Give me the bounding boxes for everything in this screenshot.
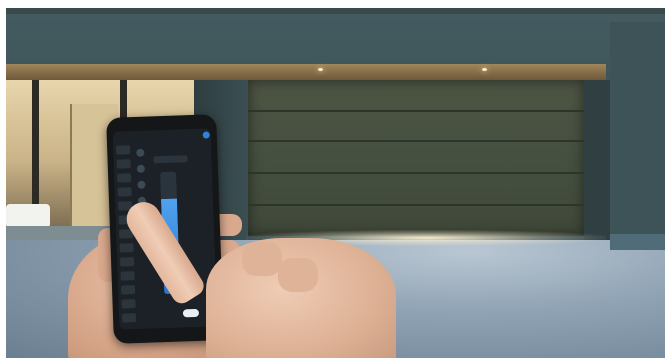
sidebar-tile[interactable]	[120, 271, 135, 281]
roof-soffit	[6, 64, 606, 80]
photo-scene	[6, 8, 665, 358]
sidebar-tile[interactable]	[121, 313, 137, 323]
right-step	[610, 234, 665, 250]
app-title	[151, 133, 207, 135]
sofa	[6, 204, 50, 228]
sidebar-tile[interactable]	[119, 257, 135, 267]
sidebar-tile[interactable]	[116, 145, 131, 155]
sidebar-tile[interactable]	[120, 285, 136, 295]
sidebar-tile[interactable]	[121, 299, 136, 309]
sidebar-tile[interactable]	[117, 187, 132, 197]
soffit-light	[482, 68, 487, 71]
door-panel-line	[248, 110, 584, 112]
far-right-wall	[610, 22, 665, 244]
sidebar-tile[interactable]	[119, 243, 134, 253]
door-panel-line	[248, 140, 584, 142]
knuckle	[278, 258, 318, 292]
soffit-light	[318, 68, 323, 71]
close-button[interactable]	[202, 131, 210, 139]
sidebar-tile[interactable]	[116, 159, 131, 169]
side-wall	[584, 80, 610, 242]
level-readout	[153, 155, 188, 164]
app-icon[interactable]	[136, 148, 145, 157]
app-icon[interactable]	[137, 180, 146, 189]
door-panel-line	[248, 172, 584, 174]
app-icon[interactable]	[136, 164, 146, 173]
confirm-button[interactable]	[182, 308, 200, 318]
garage-door	[248, 80, 584, 236]
knuckle	[242, 242, 282, 276]
door-panel-line	[248, 204, 584, 206]
pointing-hand	[206, 238, 396, 358]
sidebar-tile[interactable]	[117, 173, 132, 183]
